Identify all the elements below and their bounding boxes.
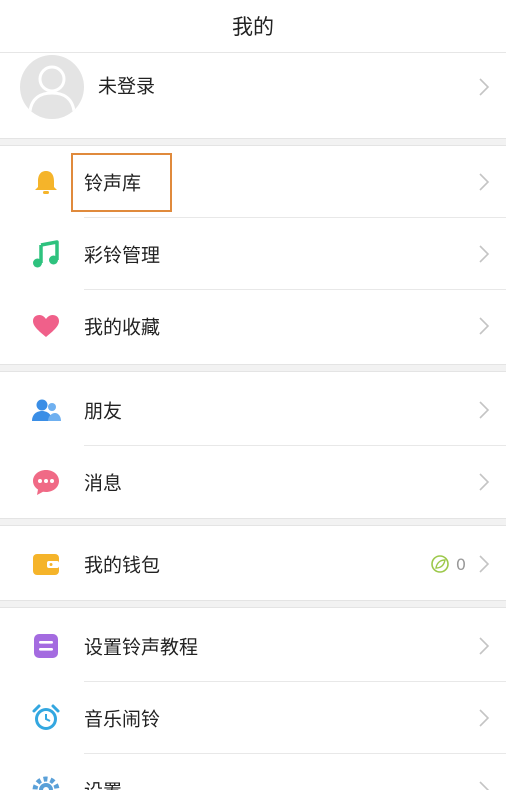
menu-item-settings[interactable]: 设置 bbox=[0, 754, 506, 790]
menu-item-messages[interactable]: 消息 bbox=[0, 446, 506, 518]
chevron-right-icon bbox=[479, 317, 490, 335]
music-note-icon bbox=[33, 240, 59, 268]
wallet-icon bbox=[33, 554, 59, 575]
section-separator bbox=[0, 518, 506, 526]
list-icon bbox=[34, 634, 58, 658]
profile-row[interactable]: 未登录 bbox=[0, 53, 506, 138]
heart-icon bbox=[33, 315, 59, 337]
bell-icon bbox=[35, 171, 57, 194]
page-title: 我的 bbox=[232, 15, 274, 39]
gear-icon bbox=[32, 776, 60, 790]
chevron-right-icon bbox=[479, 555, 490, 573]
chevron-right-icon bbox=[479, 173, 490, 191]
chevron-right-icon bbox=[479, 473, 490, 491]
wallet-balance: 0 bbox=[430, 554, 466, 574]
wallet-count: 0 bbox=[455, 554, 466, 574]
section-separator bbox=[0, 364, 506, 372]
menu-item-label: 设置铃声教程 bbox=[84, 636, 199, 659]
chevron-right-icon bbox=[479, 401, 490, 419]
chevron-right-icon bbox=[479, 245, 490, 263]
chevron-right-icon bbox=[479, 78, 490, 96]
menu-item-label: 音乐闹铃 bbox=[84, 708, 161, 731]
nav-bar: 我的 bbox=[0, 0, 506, 53]
chevron-right-icon bbox=[479, 637, 490, 655]
leaf-coin-icon bbox=[431, 555, 449, 573]
menu-item-label: 彩铃管理 bbox=[84, 244, 161, 267]
friends-icon bbox=[32, 399, 61, 421]
menu-item-label: 我的钱包 bbox=[84, 554, 161, 577]
alarm-clock-icon bbox=[32, 704, 60, 730]
menu-item-label: 铃声库 bbox=[84, 172, 142, 195]
menu-item-label: 朋友 bbox=[84, 400, 123, 423]
section-separator bbox=[0, 138, 506, 146]
chevron-right-icon bbox=[479, 781, 490, 790]
menu-item-wallet[interactable]: 我的钱包 0 bbox=[0, 528, 506, 600]
menu-item-label: 我的收藏 bbox=[84, 316, 161, 339]
menu-item-label: 设置 bbox=[84, 777, 122, 790]
my-page: 我的 未登录 铃声库 彩铃管理 我的收藏 朋友 消息 我的钱包 0 设置铃声教程… bbox=[0, 0, 506, 790]
chevron-right-icon bbox=[479, 709, 490, 727]
menu-item-friends[interactable]: 朋友 bbox=[0, 374, 506, 446]
user-avatar-icon[interactable] bbox=[20, 55, 84, 119]
chat-bubble-icon bbox=[33, 470, 59, 495]
menu-item-favorites[interactable]: 我的收藏 bbox=[0, 290, 506, 362]
menu-item-music-alarm[interactable]: 音乐闹铃 bbox=[0, 682, 506, 754]
login-status-label: 未登录 bbox=[98, 75, 156, 98]
menu-item-ringtone-library[interactable]: 铃声库 bbox=[0, 146, 506, 218]
menu-item-label: 消息 bbox=[84, 472, 123, 495]
section-separator bbox=[0, 600, 506, 608]
menu-item-crbt-manage[interactable]: 彩铃管理 bbox=[0, 218, 506, 290]
menu-item-tutorial[interactable]: 设置铃声教程 bbox=[0, 610, 506, 682]
